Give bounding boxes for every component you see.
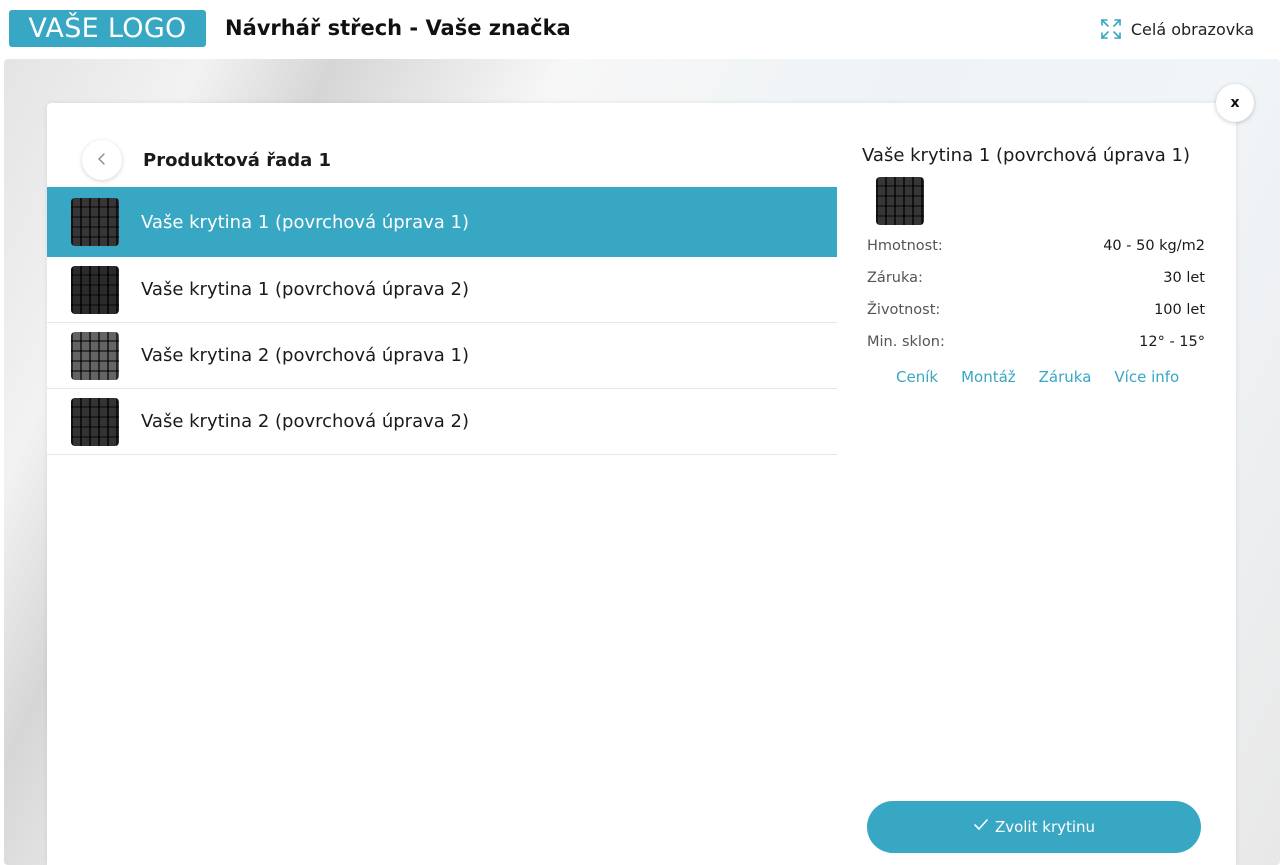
product-list-item[interactable]: Vaše krytina 1 (povrchová úprava 2) [47, 257, 837, 323]
warranty-link[interactable]: Záruka [1039, 368, 1092, 386]
brand-logo[interactable]: VAŠE LOGO [9, 10, 206, 47]
product-properties: Hmotnost: 40 - 50 kg/m2 Záruka: 30 let Ž… [867, 238, 1205, 366]
product-name: Vaše krytina 1 (povrchová úprava 1) [141, 211, 469, 233]
expand-icon [1100, 18, 1122, 40]
product-name: Vaše krytina 2 (povrchová úprava 2) [141, 411, 469, 432]
product-series-title: Produktová řada 1 [143, 150, 332, 171]
product-thumbnail [71, 265, 119, 314]
property-row: Záruka: 30 let [867, 270, 1205, 302]
top-bar: VAŠE LOGO Návrhář střech - Vaše značka C… [0, 0, 1288, 58]
check-icon [973, 818, 989, 836]
property-value: 40 - 50 kg/m2 [1103, 238, 1205, 254]
app-title: Návrhář střech - Vaše značka [225, 16, 571, 40]
property-label: Min. sklon: [867, 334, 945, 350]
back-button[interactable] [82, 140, 122, 180]
property-row: Hmotnost: 40 - 50 kg/m2 [867, 238, 1205, 270]
close-button[interactable]: x [1216, 84, 1254, 122]
product-name: Vaše krytina 2 (povrchová úprava 1) [141, 345, 469, 366]
property-label: Životnost: [867, 302, 941, 318]
product-list: Vaše krytina 1 (povrchová úprava 1) Vaše… [47, 187, 837, 455]
more-info-link[interactable]: Více info [1114, 368, 1179, 386]
product-thumbnail [71, 198, 119, 246]
installation-link[interactable]: Montáž [961, 368, 1016, 386]
product-thumbnail [71, 331, 119, 380]
product-list-item[interactable]: Vaše krytina 2 (povrchová úprava 2) [47, 389, 837, 455]
property-value: 100 let [1154, 302, 1205, 318]
detail-thumbnail [876, 177, 924, 225]
property-row: Min. sklon: 12° - 15° [867, 334, 1205, 366]
fullscreen-label: Celá obrazovka [1130, 19, 1254, 39]
property-value: 30 let [1163, 270, 1205, 286]
detail-title: Vaše krytina 1 (povrchová úprava 1) [862, 145, 1190, 166]
property-label: Záruka: [867, 270, 923, 286]
product-name: Vaše krytina 1 (povrchová úprava 2) [141, 279, 469, 300]
fullscreen-button[interactable]: Celá obrazovka [1100, 16, 1254, 42]
product-list-item[interactable]: Vaše krytina 2 (povrchová úprava 1) [47, 323, 837, 389]
property-value: 12° - 15° [1139, 334, 1205, 350]
property-label: Hmotnost: [867, 238, 943, 254]
detail-links: Ceník Montáž Záruka Více info [896, 368, 1179, 386]
price-list-link[interactable]: Ceník [896, 368, 938, 386]
chevron-left-icon [96, 151, 108, 170]
choose-roofing-button[interactable]: Zvolit krytinu [867, 801, 1201, 853]
property-row: Životnost: 100 let [867, 302, 1205, 334]
product-thumbnail [71, 397, 119, 446]
product-list-item[interactable]: Vaše krytina 1 (povrchová úprava 1) [47, 187, 837, 257]
choose-roofing-label: Zvolit krytinu [994, 818, 1096, 836]
